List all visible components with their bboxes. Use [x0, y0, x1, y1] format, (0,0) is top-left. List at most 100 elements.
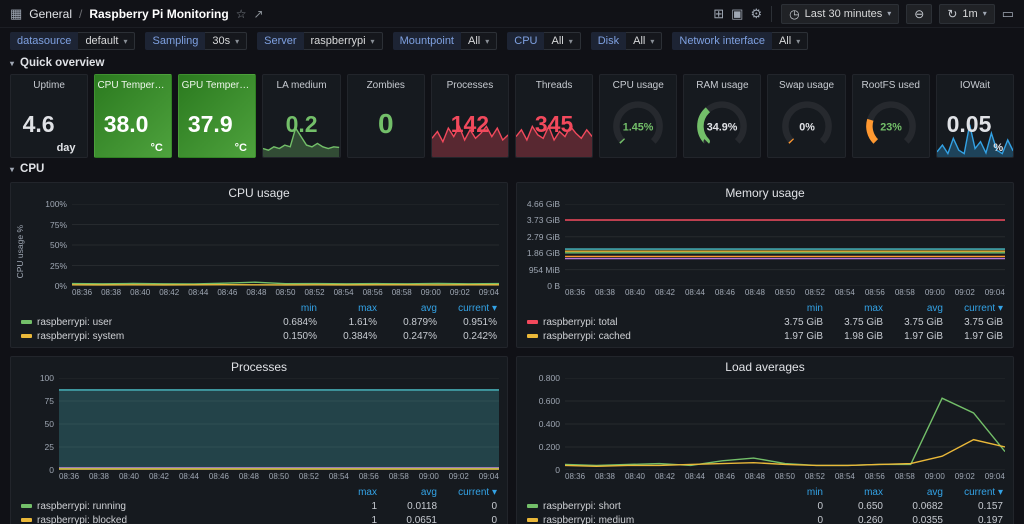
stat-panel: Swap usage0%: [767, 74, 845, 158]
stat-panel-title[interactable]: Uptime: [33, 80, 65, 91]
legend-series-toggle[interactable]: raspberrypi: running: [21, 501, 317, 512]
x-tick: 08:52: [305, 288, 325, 297]
stat-panel-title[interactable]: Processes: [447, 80, 494, 91]
graph-panel-title[interactable]: CPU usage: [11, 183, 507, 202]
y-axis: 4.66 GiB3.73 GiB2.79 GiB1.86 GiB954 MiB0…: [519, 204, 565, 299]
legend-column-header[interactable]: avg: [377, 487, 437, 498]
x-tick: 08:48: [745, 472, 765, 481]
legend-series-toggle[interactable]: raspberrypi: user: [21, 317, 257, 328]
y-tick: 100: [40, 373, 54, 383]
variable-value-dropdown[interactable]: All▾: [626, 32, 662, 50]
x-tick: 08:40: [130, 288, 150, 297]
breadcrumb-title[interactable]: Raspberry Pi Monitoring: [89, 7, 228, 21]
variable-sampling: Sampling30s▾: [145, 32, 247, 50]
variable-value-dropdown[interactable]: 30s▾: [205, 32, 247, 50]
graph-panel-title[interactable]: Processes: [11, 357, 507, 376]
legend-series-name: raspberrypi: running: [37, 501, 126, 512]
legend-column-header[interactable]: max: [823, 487, 883, 498]
stat-panel-title[interactable]: RAM usage: [696, 80, 748, 91]
legend-column-header[interactable]: min: [257, 303, 317, 314]
variable-value-text: 30s: [212, 35, 230, 47]
stat-panel-title[interactable]: CPU Temperat...: [97, 80, 169, 91]
legend-series-toggle[interactable]: raspberrypi: system: [21, 331, 257, 342]
x-tick: 09:04: [985, 472, 1005, 481]
legend-column-header[interactable]: min: [763, 303, 823, 314]
time-range-picker[interactable]: ◷ Last 30 minutes ▾: [781, 4, 899, 24]
stat-panel-title[interactable]: CPU usage: [613, 80, 664, 91]
stat-panel-title[interactable]: LA medium: [277, 80, 327, 91]
variable-value-dropdown[interactable]: All▾: [461, 32, 497, 50]
legend-series-value: 1: [317, 515, 377, 524]
save-dashboard-icon[interactable]: ▣: [731, 7, 743, 20]
zoom-out-button[interactable]: ⊖: [906, 4, 932, 24]
navbar-divider: [771, 6, 772, 22]
legend-column-header[interactable]: current ▾: [943, 487, 1003, 498]
stat-panel-title[interactable]: IOWait: [960, 80, 990, 91]
x-tick: 09:00: [419, 472, 439, 481]
stat-gauge: 34.9%: [684, 91, 760, 157]
graph-panel: CPU usageCPU usage %100%75%50%25%0%08:36…: [10, 182, 508, 348]
legend-column-header[interactable]: current ▾: [437, 303, 497, 314]
x-tick: 08:54: [329, 472, 349, 481]
legend-series-toggle[interactable]: raspberrypi: total: [527, 317, 763, 328]
legend-series-toggle[interactable]: raspberrypi: cached: [527, 331, 763, 342]
legend: minmaxavgcurrent ▾raspberrypi: short00.6…: [517, 483, 1013, 524]
x-tick: 08:54: [334, 288, 354, 297]
y-tick: 0: [49, 465, 54, 475]
chevron-down-icon: ▾: [983, 9, 987, 18]
x-tick: 08:44: [188, 288, 208, 297]
refresh-picker[interactable]: ↻ 1m ▾: [939, 4, 994, 24]
x-tick: 09:04: [479, 288, 499, 297]
plot-area[interactable]: [565, 204, 1005, 286]
legend-series-toggle[interactable]: raspberrypi: blocked: [21, 515, 317, 524]
stat-panel-title[interactable]: Zombies: [367, 80, 405, 91]
y-tick: 50%: [50, 240, 67, 250]
variable-datasource: datasourcedefault▾: [10, 32, 135, 50]
chevron-down-icon: ▾: [10, 59, 14, 68]
variable-value-dropdown[interactable]: All▾: [544, 32, 580, 50]
legend-column-header[interactable]: current ▾: [943, 303, 1003, 314]
variable-value-text: All: [468, 35, 480, 47]
legend-column-header[interactable]: max: [317, 303, 377, 314]
dashboards-icon[interactable]: ▦: [10, 7, 22, 20]
stat-panel-title[interactable]: Threads: [536, 80, 573, 91]
plot-area[interactable]: [72, 204, 499, 286]
plot-area[interactable]: [565, 378, 1005, 470]
x-tick: 08:46: [217, 288, 237, 297]
dashboard-settings-icon[interactable]: ⚙: [750, 7, 762, 20]
variable-label: Disk: [591, 32, 626, 50]
stat-panel-title[interactable]: RootFS used: [862, 80, 920, 91]
x-tick: 08:42: [655, 472, 675, 481]
variable-value-dropdown[interactable]: default▾: [78, 32, 135, 50]
share-icon[interactable]: ↗: [253, 8, 263, 20]
x-tick: 08:46: [209, 472, 229, 481]
legend-header-row: minmaxavgcurrent ▾: [527, 301, 1003, 315]
plot-area[interactable]: [59, 378, 499, 470]
graph-panel-title[interactable]: Load averages: [517, 357, 1013, 376]
legend-column-header[interactable]: avg: [883, 487, 943, 498]
legend-column-header[interactable]: current ▾: [437, 487, 497, 498]
legend-column-header[interactable]: max: [823, 303, 883, 314]
variable-network-interface: Network interfaceAll▾: [672, 32, 808, 50]
legend-column-header[interactable]: max: [317, 487, 377, 498]
stat-panel-title[interactable]: GPU Temperat...: [182, 80, 254, 91]
zoom-out-icon: ⊖: [914, 7, 924, 21]
tv-mode-icon[interactable]: ▭: [1002, 7, 1014, 20]
graph-panel-title[interactable]: Memory usage: [517, 183, 1013, 202]
add-panel-icon[interactable]: ⊞: [713, 7, 724, 20]
breadcrumb-folder[interactable]: General: [29, 7, 72, 21]
row-header-quick-overview[interactable]: ▾ Quick overview: [0, 54, 1024, 72]
legend-column-header[interactable]: avg: [377, 303, 437, 314]
legend-series-toggle[interactable]: raspberrypi: short: [527, 501, 763, 512]
stat-panel-title[interactable]: Swap usage: [779, 80, 834, 91]
legend-column-header[interactable]: min: [763, 487, 823, 498]
legend-column-header[interactable]: avg: [883, 303, 943, 314]
legend-series-value: 0: [437, 501, 497, 512]
variable-value-dropdown[interactable]: raspberrypi▾: [304, 32, 383, 50]
row-header-cpu[interactable]: ▾ CPU: [0, 160, 1024, 178]
legend-series-toggle[interactable]: raspberrypi: medium: [527, 515, 763, 524]
x-tick: 08:38: [89, 472, 109, 481]
x-tick: 08:44: [179, 472, 199, 481]
variable-value-dropdown[interactable]: All▾: [772, 32, 808, 50]
star-icon[interactable]: ☆: [236, 8, 247, 20]
